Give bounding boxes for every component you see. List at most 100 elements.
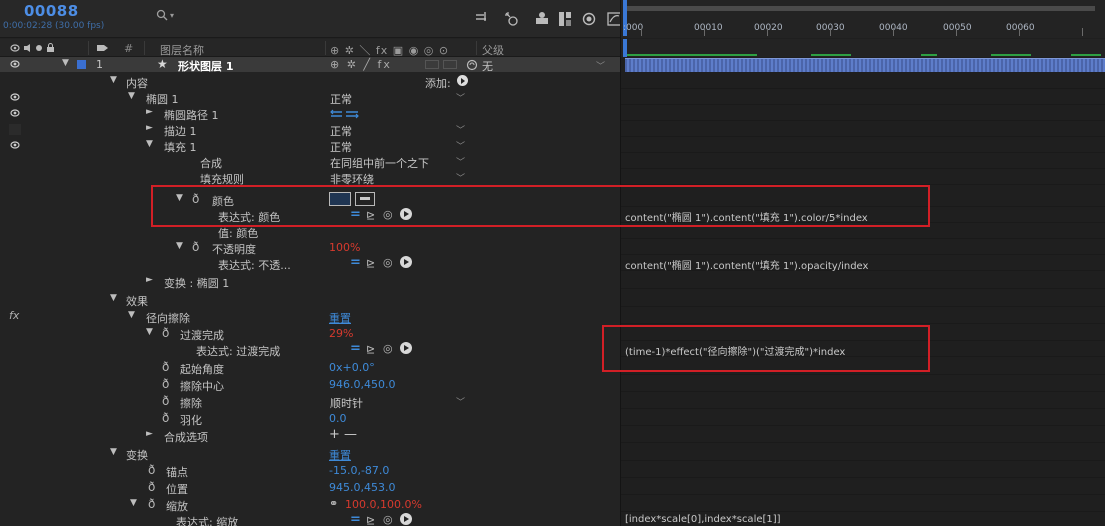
opacity-expression-text[interactable]: content("椭圆 1").content("填充 1").opacity/…: [625, 257, 868, 272]
add-label[interactable]: 添加:: [425, 75, 451, 91]
stroke-blend-mode-select[interactable]: 正常 ﹀: [326, 122, 469, 138]
expand-triangle-icon[interactable]: ▼: [176, 241, 183, 251]
scale-expression-row[interactable]: 表达式: 缩放 = ⊵ ◎: [0, 512, 620, 526]
fill-rule-row[interactable]: 填充规则 非零环绕 ﹀: [0, 170, 620, 186]
effect-fx-icon[interactable]: fx: [9, 309, 19, 322]
stopwatch-icon[interactable]: ð: [162, 411, 169, 425]
visibility-eye-icon[interactable]: [10, 140, 20, 150]
expression-graph-icon[interactable]: ⊵: [366, 209, 375, 222]
wipe-center-row[interactable]: ð 擦除中心 946.0,450.0: [0, 377, 620, 393]
path-direction-icon[interactable]: [330, 109, 360, 119]
layer-name-header[interactable]: 图层名称: [160, 42, 204, 58]
layer-search-input[interactable]: ▾: [152, 7, 312, 27]
expression-graph-icon[interactable]: ⊵: [366, 514, 375, 526]
transition-completion-row[interactable]: ▼ ð 过渡完成 29%: [0, 326, 620, 342]
ellipse-group-row[interactable]: ▼ 椭圆 1 正常 ﹀: [0, 90, 620, 106]
visibility-toggle-off[interactable]: [9, 124, 21, 135]
effects-group-row[interactable]: ▼ 效果: [0, 292, 620, 308]
position-row[interactable]: ð 位置 945.0,453.0: [0, 480, 620, 496]
expression-enable-icon[interactable]: =: [350, 207, 361, 222]
color-swatch[interactable]: [329, 192, 351, 206]
transition-expression-editor[interactable]: (time-1)*effect("径向擦除")("过渡完成")*index: [621, 342, 1105, 358]
motion-blur-icon[interactable]: [580, 10, 598, 28]
expression-graph-icon[interactable]: ⊵: [366, 343, 375, 356]
graph-editor-icon[interactable]: [606, 10, 620, 28]
stopwatch-icon[interactable]: ð: [162, 394, 169, 408]
stopwatch-icon[interactable]: ð: [192, 192, 199, 206]
work-area-bar[interactable]: [621, 39, 1105, 57]
draft-3d-icon[interactable]: [503, 10, 521, 28]
expand-triangle-icon[interactable]: ▼: [176, 193, 183, 203]
expression-controls[interactable]: = ⊵ ◎: [350, 255, 420, 271]
expand-triangle-icon[interactable]: ▼: [110, 293, 117, 303]
expression-controls[interactable]: = ⊵ ◎: [350, 512, 420, 526]
transform-reset-link[interactable]: 重置: [329, 447, 351, 463]
anchor-point-row[interactable]: ð 锚点 -15.0,-87.0: [0, 463, 620, 479]
expand-triangle-icon[interactable]: ▼: [128, 91, 135, 101]
color-expression-editor[interactable]: content("椭圆 1").content("填充 1").color/5*…: [621, 208, 1105, 224]
expand-triangle-icon[interactable]: ▼: [146, 139, 153, 149]
scale-expression-text[interactable]: [index*scale[0],index*scale[1]]: [625, 514, 781, 525]
compositing-options-add-remove[interactable]: + —: [329, 427, 357, 442]
compositing-options-row[interactable]: ► 合成选项 + —: [0, 427, 620, 444]
layer-switch-box-2[interactable]: [443, 60, 457, 69]
expression-pickwhip-icon[interactable]: ◎: [383, 513, 393, 526]
layer-expand-triangle-icon[interactable]: ▼: [62, 58, 69, 68]
expression-controls[interactable]: = ⊵ ◎: [350, 341, 420, 357]
layer-switches[interactable]: ⊕ ✲ ╱ fx: [330, 58, 392, 71]
stopwatch-icon[interactable]: ð: [192, 240, 199, 254]
transition-expression-row[interactable]: 表达式: 过渡完成 = ⊵ ◎: [0, 341, 620, 358]
color-expression-text[interactable]: content("椭圆 1").content("填充 1").color/5*…: [625, 209, 868, 224]
expression-enable-icon[interactable]: =: [350, 341, 361, 356]
expand-triangle-icon[interactable]: ▼: [130, 498, 137, 508]
shy-layers-icon[interactable]: [533, 10, 551, 28]
collapsed-triangle-icon[interactable]: ►: [146, 123, 153, 133]
ellipse-blend-mode-select[interactable]: 正常 ﹀: [326, 90, 469, 106]
wipe-direction-select[interactable]: 顺时针 ﹀: [326, 394, 469, 410]
color-expression-row[interactable]: 表达式: 颜色 = ⊵ ◎: [0, 207, 620, 224]
stopwatch-icon[interactable]: ð: [162, 326, 169, 340]
timeline-graph-area[interactable]: :000 00010 00020 00030 00040 00050 00060…: [620, 0, 1105, 526]
expression-pickwhip-icon[interactable]: ◎: [383, 342, 393, 355]
opacity-property-row[interactable]: ▼ ð 不透明度 100%: [0, 240, 620, 256]
composite-select[interactable]: 在同组中前一个之下 ﹀: [326, 154, 469, 170]
scale-value[interactable]: 100.0,100.0%: [345, 498, 422, 511]
expression-language-menu-icon[interactable]: [400, 513, 412, 525]
collapsed-triangle-icon[interactable]: ►: [146, 429, 153, 439]
expression-enable-icon[interactable]: =: [350, 255, 361, 270]
transform-ellipse-row[interactable]: ► 变换 : 椭圆 1: [0, 274, 620, 290]
layer-row-shape-layer-1[interactable]: ▼ 1 ★ 形状图层 1 ⊕ ✲ ╱ fx 无 ﹀: [0, 57, 620, 74]
fill-row[interactable]: ▼ 填充 1 正常 ﹀: [0, 138, 620, 154]
feather-row[interactable]: ð 羽化 0.0: [0, 411, 620, 427]
scale-row[interactable]: ▼ ð 缩放 ⚭ 100.0,100.0%: [0, 497, 620, 513]
stopwatch-icon[interactable]: ð: [148, 480, 155, 494]
current-time-display[interactable]: 00088: [24, 2, 79, 20]
composite-row[interactable]: 合成 在同组中前一个之下 ﹀: [0, 154, 620, 170]
layer-name[interactable]: 形状图层 1: [178, 58, 233, 74]
wipe-direction-row[interactable]: ð 擦除 顺时针 ﹀: [0, 394, 620, 410]
collapsed-triangle-icon[interactable]: ►: [146, 275, 153, 285]
expression-enable-icon[interactable]: =: [350, 512, 361, 526]
transition-expression-text[interactable]: (time-1)*effect("径向擦除")("过渡完成")*index: [625, 343, 845, 358]
anchor-point-value[interactable]: -15.0,-87.0: [329, 464, 389, 477]
expand-triangle-icon[interactable]: ▼: [110, 447, 117, 457]
stroke-row[interactable]: ► 描边 1 正常 ﹀: [0, 122, 620, 138]
visibility-eye-icon[interactable]: [10, 92, 20, 102]
stopwatch-icon[interactable]: ð: [162, 360, 169, 374]
expression-pickwhip-icon[interactable]: ◎: [383, 208, 393, 221]
parent-dropdown-icon[interactable]: ﹀: [596, 59, 605, 72]
parent-select-value[interactable]: 无: [482, 58, 493, 74]
radial-wipe-reset-link[interactable]: 重置: [329, 310, 351, 326]
stopwatch-icon[interactable]: ð: [148, 463, 155, 477]
expression-pickwhip-icon[interactable]: ◎: [383, 256, 393, 269]
contents-group-row[interactable]: ▼ 内容 添加:: [0, 74, 620, 91]
opacity-expression-editor[interactable]: content("椭圆 1").content("填充 1").opacity/…: [621, 256, 1105, 272]
start-angle-value[interactable]: 0x+0.0°: [329, 361, 375, 374]
stopwatch-icon[interactable]: ð: [162, 377, 169, 391]
color-property-row[interactable]: ▼ ð 颜色: [0, 192, 620, 208]
comp-mini-flowchart-icon[interactable]: [473, 10, 491, 28]
feather-value[interactable]: 0.0: [329, 412, 347, 425]
expression-language-menu-icon[interactable]: [400, 256, 412, 268]
layer-switch-box-1[interactable]: [425, 60, 439, 69]
expression-graph-icon[interactable]: ⊵: [366, 257, 375, 270]
